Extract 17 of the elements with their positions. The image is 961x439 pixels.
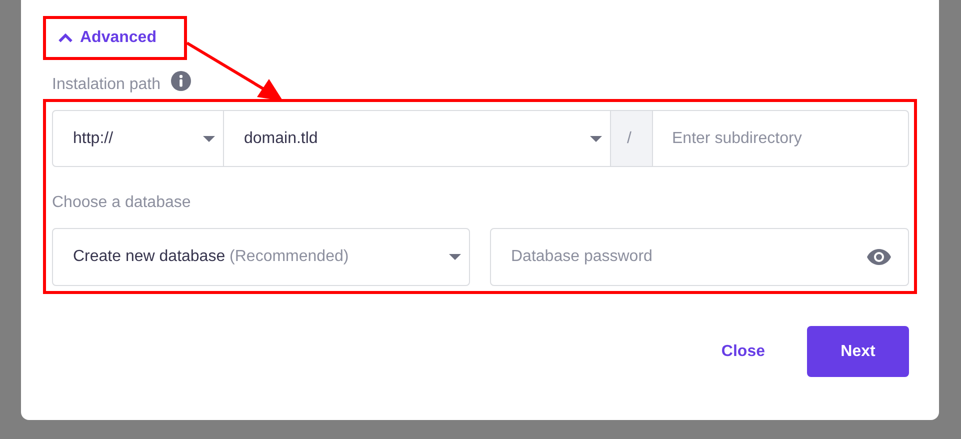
close-button[interactable]: Close bbox=[713, 334, 773, 368]
field-label: Choose a database bbox=[52, 194, 192, 212]
protocol-select[interactable]: http:// bbox=[52, 110, 224, 167]
next-button[interactable]: Next bbox=[807, 326, 909, 377]
eye-icon[interactable] bbox=[867, 249, 891, 265]
field-label: Instalation path bbox=[52, 76, 161, 94]
database-select[interactable]: Create new database (Recommended) bbox=[52, 228, 470, 286]
caret-icon bbox=[590, 136, 602, 142]
subdirectory-field[interactable]: Enter subdirectory bbox=[653, 110, 909, 167]
advanced-toggle[interactable]: Advanced bbox=[58, 29, 156, 47]
chevron-up-icon bbox=[58, 33, 73, 43]
caret-icon bbox=[203, 136, 215, 142]
info-icon[interactable] bbox=[170, 71, 191, 91]
domain-select[interactable]: domain.tld bbox=[224, 110, 610, 167]
caret-icon bbox=[449, 254, 461, 260]
separator: / bbox=[610, 110, 653, 167]
password-field[interactable]: Database password bbox=[490, 228, 909, 286]
